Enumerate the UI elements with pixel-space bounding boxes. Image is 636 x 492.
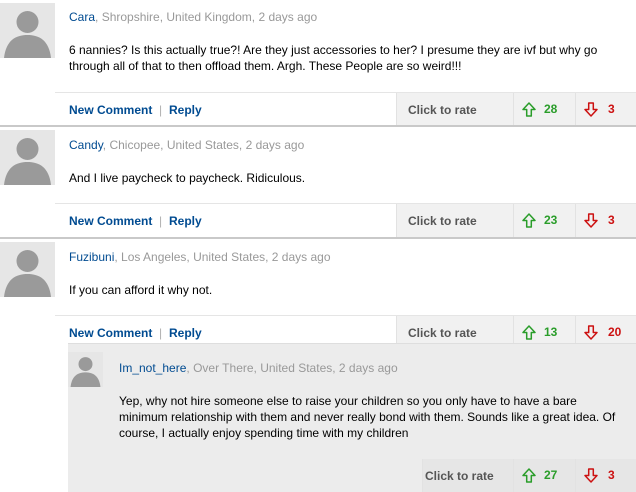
upvote-count: 23 bbox=[544, 213, 558, 227]
user-silhouette-icon bbox=[0, 3, 55, 58]
arrow-up-icon bbox=[522, 102, 536, 117]
author-location: Chicopee, United States bbox=[109, 138, 239, 152]
downvote-button[interactable]: 3 bbox=[575, 93, 636, 127]
comment-time: 2 days ago bbox=[258, 10, 318, 24]
avatar[interactable] bbox=[0, 3, 55, 58]
comment-actions: New Comment | Reply Click to rate 23 3 bbox=[55, 203, 636, 238]
user-silhouette-icon bbox=[68, 352, 103, 387]
comment-text: 6 nannies? Is this actually true?! Are t… bbox=[69, 43, 598, 73]
author-location: Shropshire, United Kingdom bbox=[101, 10, 252, 24]
upvote-count: 27 bbox=[544, 468, 558, 482]
arrow-down-icon bbox=[584, 468, 598, 483]
reply-comment: Im_not_here, Over There, United States, … bbox=[68, 343, 636, 492]
click-to-rate-label: Click to rate bbox=[408, 214, 477, 228]
click-to-rate-label: Click to rate bbox=[425, 469, 494, 483]
arrow-down-icon bbox=[584, 213, 598, 228]
comment-2: Candy, Chicopee, United States, 2 days a… bbox=[0, 127, 636, 239]
author-name[interactable]: Candy bbox=[69, 138, 103, 152]
upvote-button[interactable]: 27 bbox=[513, 459, 575, 492]
avatar[interactable] bbox=[68, 352, 103, 387]
rating-box: Click to rate 28 3 bbox=[396, 93, 636, 127]
rating-box: Click to rate 23 3 bbox=[396, 204, 636, 238]
downvote-button[interactable]: 3 bbox=[575, 204, 636, 238]
comment-time: 2 days ago bbox=[271, 250, 331, 264]
author-location: Over There, United States bbox=[193, 361, 333, 375]
author-name[interactable]: Fuzibuni bbox=[69, 250, 114, 264]
comment-meta: Cara, Shropshire, United Kingdom, 2 days… bbox=[69, 10, 318, 24]
comment-meta: Fuzibuni, Los Angeles, United States, 2 … bbox=[69, 250, 331, 264]
upvote-button[interactable]: 28 bbox=[513, 93, 575, 127]
comment-meta: Im_not_here, Over There, United States, … bbox=[119, 361, 398, 375]
downvote-count: 3 bbox=[608, 468, 615, 482]
author-name[interactable]: Im_not_here bbox=[119, 361, 186, 375]
separator: | bbox=[159, 103, 163, 117]
avatar[interactable] bbox=[0, 242, 55, 297]
new-comment-link[interactable]: New Comment bbox=[69, 204, 152, 238]
comment-3: Fuzibuni, Los Angeles, United States, 2 … bbox=[0, 239, 636, 350]
author-name[interactable]: Cara bbox=[69, 10, 95, 24]
upvote-count: 28 bbox=[544, 102, 558, 116]
arrow-down-icon bbox=[584, 325, 598, 340]
user-silhouette-icon bbox=[0, 130, 55, 185]
click-to-rate-label: Click to rate bbox=[408, 103, 477, 117]
arrow-up-icon bbox=[522, 468, 536, 483]
comment-actions: Click to rate 27 3 bbox=[68, 459, 636, 492]
comment-text: Yep, why not hire someone else to raise … bbox=[119, 394, 616, 440]
comment-time: 2 days ago bbox=[338, 361, 398, 375]
downvote-count: 3 bbox=[608, 213, 615, 227]
avatar[interactable] bbox=[0, 130, 55, 185]
reply-link[interactable]: Reply bbox=[169, 93, 202, 127]
arrow-up-icon bbox=[522, 213, 536, 228]
downvote-button[interactable]: 3 bbox=[575, 459, 636, 492]
comment-time: 2 days ago bbox=[245, 138, 305, 152]
downvote-count: 3 bbox=[608, 102, 615, 116]
comment-text: And I live paycheck to paycheck. Ridicul… bbox=[69, 171, 306, 185]
comment-text: If you can afford it why not. bbox=[69, 283, 213, 297]
separator: | bbox=[159, 214, 163, 228]
reply-link[interactable]: Reply bbox=[169, 204, 202, 238]
user-silhouette-icon bbox=[0, 242, 55, 297]
new-comment-link[interactable]: New Comment bbox=[69, 93, 152, 127]
upvote-button[interactable]: 23 bbox=[513, 204, 575, 238]
comment-actions: New Comment | Reply Click to rate 28 3 bbox=[55, 92, 636, 127]
arrow-down-icon bbox=[584, 102, 598, 117]
rating-box: Click to rate 27 3 bbox=[422, 459, 636, 492]
comment-meta: Candy, Chicopee, United States, 2 days a… bbox=[69, 138, 305, 152]
comment-1: Cara, Shropshire, United Kingdom, 2 days… bbox=[0, 0, 636, 127]
author-location: Los Angeles, United States bbox=[121, 250, 266, 264]
arrow-up-icon bbox=[522, 325, 536, 340]
